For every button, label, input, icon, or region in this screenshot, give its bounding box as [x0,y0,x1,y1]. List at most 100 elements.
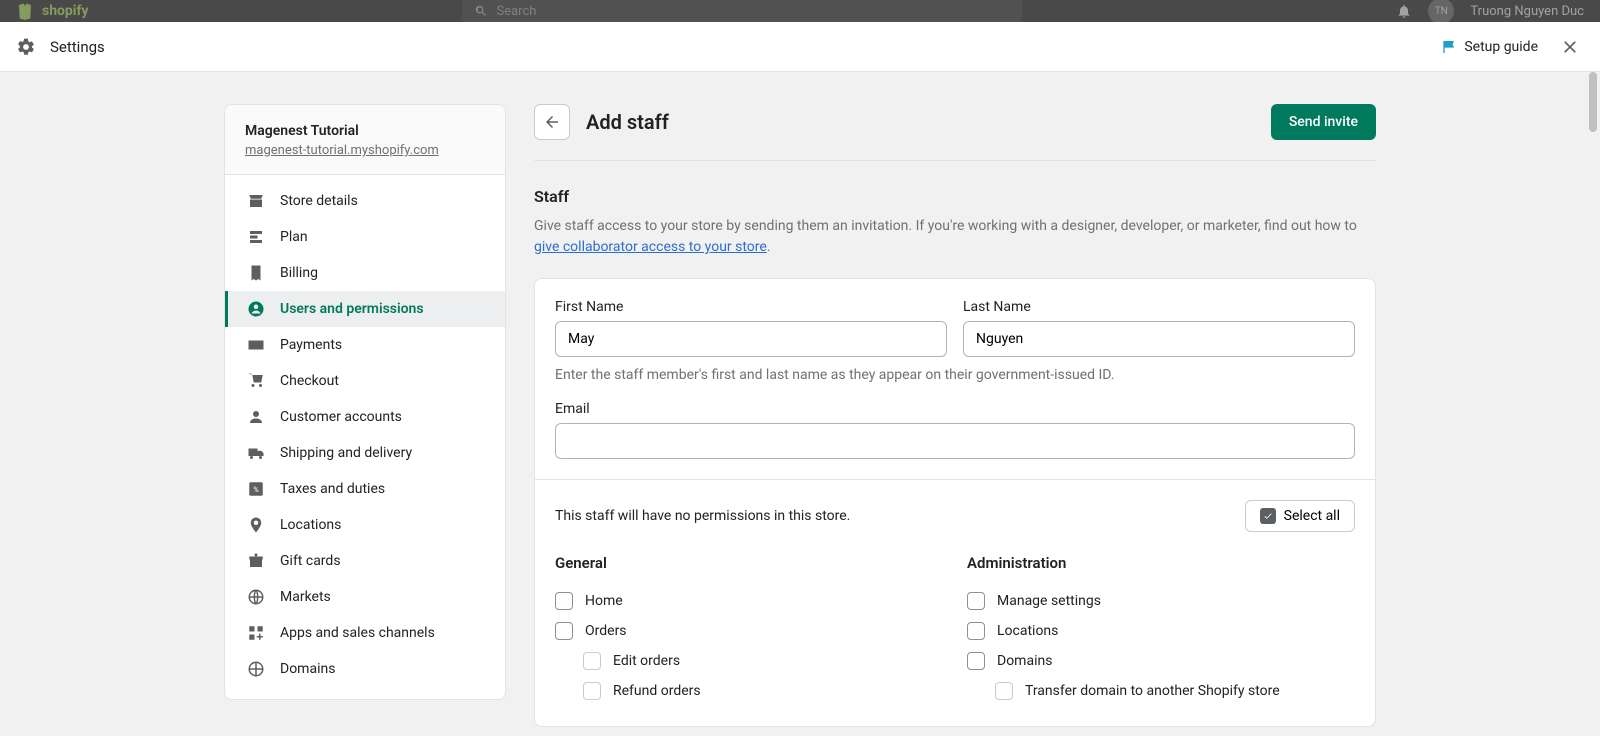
modal-header: Settings Setup guide [0,22,1600,72]
modal-title: Settings [50,38,105,56]
perm-label: Domains [997,653,1052,669]
send-invite-button[interactable]: Send invite [1271,104,1376,140]
nav-label: Customer accounts [280,409,402,425]
location-icon [246,515,266,535]
name-hint: Enter the staff member's first and last … [555,367,1355,383]
sidebar-item-taxes[interactable]: % Taxes and duties [225,471,505,507]
checkbox[interactable] [967,592,985,610]
sidebar-item-markets[interactable]: Markets [225,579,505,615]
person-icon [246,407,266,427]
nav-label: Plan [280,229,308,245]
sidebar-item-checkout[interactable]: Checkout [225,363,505,399]
checkbox[interactable] [555,622,573,640]
sidebar-item-users-permissions[interactable]: Users and permissions [225,291,505,327]
nav-label: Users and permissions [280,301,424,317]
scrollbar[interactable] [1588,72,1598,736]
perm-edit-orders[interactable]: Edit orders [555,646,943,676]
store-url[interactable]: magenest-tutorial.myshopify.com [245,143,485,158]
check-icon [1260,508,1276,524]
nav-label: Markets [280,589,331,605]
sidebar-item-gift-cards[interactable]: Gift cards [225,543,505,579]
first-name-input[interactable] [555,321,947,357]
perm-label: Transfer domain to another Shopify store [1025,683,1280,699]
gear-icon [16,37,36,57]
nav-label: Taxes and duties [280,481,385,497]
nav-label: Domains [280,661,335,677]
staff-section-title: Staff [534,187,1376,206]
collaborator-link[interactable]: give collaborator access to your store [534,239,767,255]
perm-label: Manage settings [997,593,1101,609]
select-all-label: Select all [1284,508,1340,524]
nav-label: Payments [280,337,342,353]
perm-orders[interactable]: Orders [555,616,943,646]
checkbox[interactable] [967,652,985,670]
perm-col-admin: Administration [967,554,1355,572]
user-icon [246,299,266,319]
settings-nav: Store details Plan Billing Users and per… [225,175,505,699]
globe-icon [246,587,266,607]
arrow-left-icon [543,113,561,131]
sidebar-item-shipping-delivery[interactable]: Shipping and delivery [225,435,505,471]
select-all-button[interactable]: Select all [1245,500,1355,532]
gift-icon [246,551,266,571]
permissions-summary: This staff will have no permissions in t… [555,508,850,524]
billing-icon [246,263,266,283]
sidebar-item-domains[interactable]: Domains [225,651,505,687]
page-title: Add staff [586,110,1255,134]
modal-backdrop [0,0,1600,22]
sidebar-item-locations[interactable]: Locations [225,507,505,543]
checkbox[interactable] [967,622,985,640]
nav-label: Apps and sales channels [280,625,435,641]
apps-icon [246,623,266,643]
email-input[interactable] [555,423,1355,459]
nav-label: Checkout [280,373,339,389]
main-content: Add staff Send invite Staff Give staff a… [534,104,1376,727]
svg-text:%: % [253,485,259,494]
store-name: Magenest Tutorial [245,123,485,139]
checkbox[interactable] [583,682,601,700]
domain-icon [246,659,266,679]
checkbox[interactable] [995,682,1013,700]
last-name-label: Last Name [963,299,1355,315]
setup-guide-link[interactable]: Setup guide [1442,39,1538,55]
first-name-label: First Name [555,299,947,315]
cart-icon [246,371,266,391]
checkbox[interactable] [555,592,573,610]
perm-label: Refund orders [613,683,701,699]
sidebar-item-billing[interactable]: Billing [225,255,505,291]
sidebar-item-payments[interactable]: Payments [225,327,505,363]
nav-label: Locations [280,517,341,533]
percent-icon: % [246,479,266,499]
sidebar-item-store-details[interactable]: Store details [225,183,505,219]
payments-icon [246,335,266,355]
perm-label: Edit orders [613,653,680,669]
flag-icon [1442,39,1458,55]
sidebar-item-plan[interactable]: Plan [225,219,505,255]
checkbox[interactable] [583,652,601,670]
perm-refund-orders[interactable]: Refund orders [555,676,943,706]
last-name-input[interactable] [963,321,1355,357]
perm-label: Home [585,593,623,609]
perm-label: Locations [997,623,1058,639]
settings-modal: Settings Setup guide Magenest Tutorial m… [0,22,1600,736]
close-button[interactable] [1556,33,1584,61]
sidebar-item-customer-accounts[interactable]: Customer accounts [225,399,505,435]
plan-icon [246,227,266,247]
settings-sidebar: Magenest Tutorial magenest-tutorial.mysh… [224,104,506,700]
perm-domains[interactable]: Domains [967,646,1355,676]
perm-manage-settings[interactable]: Manage settings [967,586,1355,616]
perm-col-general: General [555,554,943,572]
nav-label: Billing [280,265,318,281]
perm-home[interactable]: Home [555,586,943,616]
email-label: Email [555,401,1355,417]
perm-transfer-domain[interactable]: Transfer domain to another Shopify store [967,676,1355,706]
sidebar-item-apps-channels[interactable]: Apps and sales channels [225,615,505,651]
nav-label: Gift cards [280,553,341,569]
truck-icon [246,443,266,463]
staff-section-desc: Give staff access to your store by sendi… [534,216,1376,258]
store-icon [246,191,266,211]
back-button[interactable] [534,104,570,140]
perm-locations[interactable]: Locations [967,616,1355,646]
setup-guide-label: Setup guide [1464,39,1538,55]
nav-label: Store details [280,193,358,209]
